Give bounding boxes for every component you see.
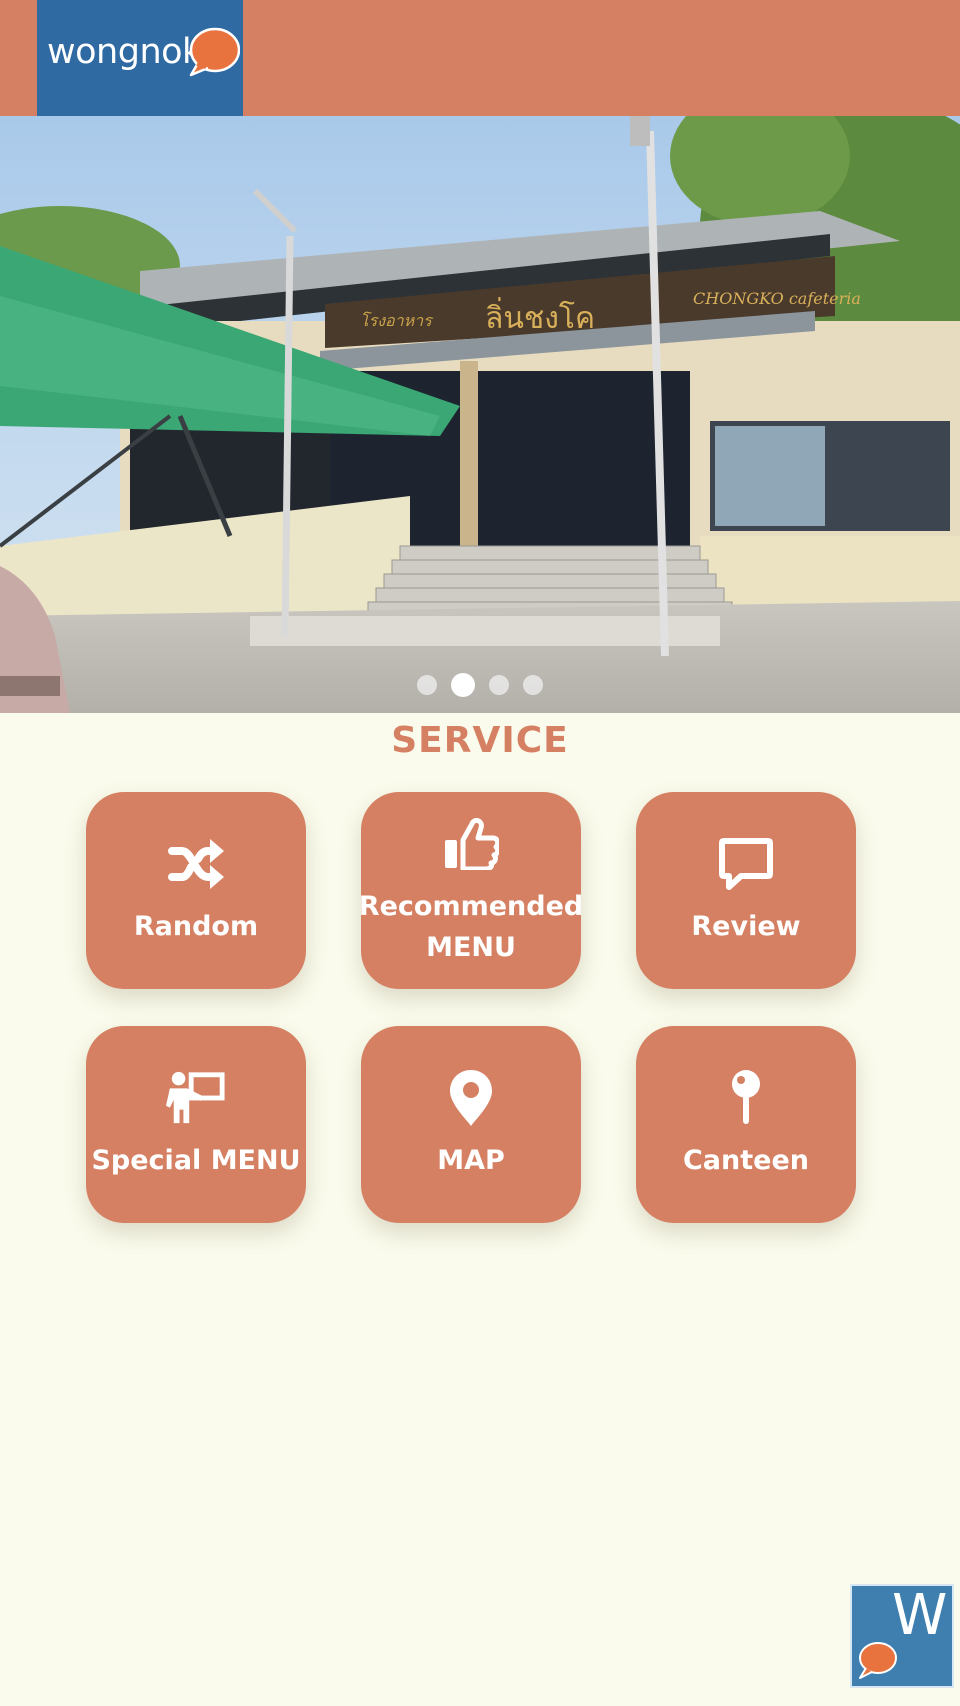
shuffle-icon (166, 834, 226, 894)
speech-bubble-icon (189, 27, 240, 77)
random-button[interactable]: Random (86, 792, 306, 989)
tile-label-recommended: Recommended MENU (358, 890, 584, 963)
carousel-indicators (0, 673, 960, 697)
carousel-dot-3[interactable] (489, 675, 509, 695)
location-pin-icon (441, 1068, 501, 1128)
app-header: wongnok (0, 0, 960, 116)
service-title: SERVICE (391, 720, 569, 761)
logo-text: wongnok (47, 32, 202, 72)
tile-label-canteen: Canteen (682, 1145, 809, 1176)
map-button[interactable]: MAP (361, 1026, 581, 1223)
tile-label-map: MAP (437, 1145, 505, 1176)
canteen-button[interactable]: Canteen (636, 1026, 856, 1223)
sign-english: CHONGKO cafeteria (693, 289, 861, 308)
recommended-menu-button[interactable]: Recommended MENU (358, 792, 584, 989)
person-presenting-icon (166, 1068, 226, 1128)
cafeteria-photo: โรงอาหาร ลิ่นชงโค CHONGKO cafeteria (0, 116, 960, 713)
review-button[interactable]: Review (636, 792, 856, 989)
tile-label-special: Special MENU (91, 1145, 301, 1176)
map-pin-icon (716, 1068, 776, 1128)
hero-carousel[interactable]: โรงอาหาร ลิ่นชงโค CHONGKO cafeteria (0, 116, 960, 713)
special-menu-button[interactable]: Special MENU (86, 1026, 306, 1223)
wongnok-app-button[interactable]: W (850, 1583, 954, 1688)
fab-letter: W (892, 1586, 947, 1648)
wongnok-app-icon: W (859, 1583, 947, 1679)
comment-icon (716, 834, 776, 894)
carousel-dot-4[interactable] (523, 675, 543, 695)
sign-thai-small: โรงอาหาร (360, 311, 434, 330)
tile-label-random: Random (133, 911, 259, 942)
tile-label-review: Review (691, 911, 801, 942)
wongnok-logo[interactable]: wongnok (37, 0, 243, 116)
carousel-dot-1[interactable] (417, 675, 437, 695)
carousel-dot-2[interactable] (451, 673, 475, 697)
thumbs-up-icon (441, 814, 501, 874)
